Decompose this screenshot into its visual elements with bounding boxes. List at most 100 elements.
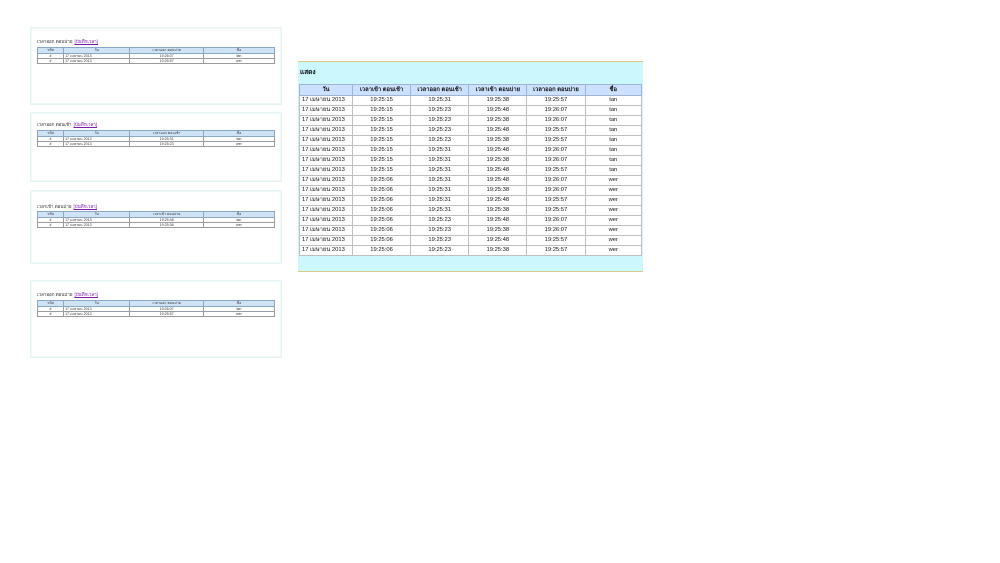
summary-header-row: วัน เวลาเข้า ตอนเช้า เวลาออก ตอนเช้า เวล… (299, 84, 642, 96)
cell-name: wer (202, 141, 276, 147)
summary-title: แสดง (300, 69, 316, 76)
cell-morning-out: 19:25:23 (410, 105, 470, 116)
col-header-morning-out: เวลาออก ตอนเช้า (410, 84, 470, 96)
cell-afternoon-in: 19:25:38 (468, 95, 528, 106)
cell-morning-in: 19:25:15 (351, 125, 412, 136)
cell-afternoon-out: 19:26:07 (526, 115, 586, 126)
panel-title: เวลาเข้า ตอนบ่าย [บันทึกเวลา] (37, 203, 97, 210)
cell-date: 17 เมษายน 2013 (299, 105, 353, 116)
cell-afternoon-out: 19:26:07 (526, 215, 586, 226)
cell-name: tan (584, 95, 642, 106)
cell-date: 17 เมษายน 2013 (63, 222, 131, 228)
panel-title: เวลาออก ตอนบ่าย [บันทึกเวลา] (37, 38, 98, 45)
cell-afternoon-out: 19:25:57 (526, 205, 586, 216)
panel-afternoon-out: เวลาออก ตอนบ่าย [บันทึกเวลา] รหัส วัน เวล… (30, 27, 282, 105)
cell-name: tan (584, 145, 642, 156)
table-row: # 17 เมษายน 2013 19:25:57 wer (36, 311, 276, 317)
cell-morning-out: 19:25:23 (410, 115, 470, 126)
cell-time: 19:25:23 (129, 141, 204, 147)
cell-afternoon-in: 19:25:48 (468, 195, 528, 206)
cell-afternoon-in: 19:25:38 (468, 205, 528, 216)
cell-name: tan (584, 115, 642, 126)
cell-name: wer (584, 195, 642, 206)
table-row: 17 เมษายน 2013 19:25:15 19:25:23 19:25:48 19… (299, 125, 642, 136)
cell-name: wer (584, 205, 642, 216)
cell-date: 17 เมษายน 2013 (299, 165, 353, 176)
cell-name: tan (584, 155, 642, 166)
row-id-link[interactable]: # (36, 311, 65, 317)
table-row: 17 เมษายน 2013 19:25:06 19:25:23 19:25:48 19… (299, 235, 642, 246)
cell-name: wer (584, 175, 642, 186)
table-row: 17 เมษายน 2013 19:25:15 19:25:31 19:25:38 19… (299, 155, 642, 166)
cell-afternoon-out: 19:26:07 (526, 175, 586, 186)
record-time-link[interactable]: [บันทึกเวลา] (73, 204, 96, 209)
cell-afternoon-out: 19:25:57 (526, 135, 586, 146)
table-row: 17 เมษายน 2013 19:25:15 19:25:31 19:25:48 19… (299, 145, 642, 156)
panel-title: เวลาออก ตอนบ่าย [บันทึกเวลา] (37, 291, 98, 298)
table-row: 17 เมษายน 2013 19:25:15 19:25:31 19:25:38 19… (299, 95, 642, 106)
cell-date: 17 เมษายน 2013 (299, 125, 353, 136)
cell-morning-out: 19:25:31 (410, 165, 470, 176)
cell-morning-in: 19:25:06 (351, 225, 412, 236)
row-id-link[interactable]: # (36, 58, 65, 64)
cell-afternoon-in: 19:25:48 (468, 235, 528, 246)
cell-name: wer (202, 222, 276, 228)
panel-afternoon-out-2: เวลาออก ตอนบ่าย [บันทึกเวลา] รหัส วัน เวล… (30, 280, 282, 358)
panel-title: เวลาออก ตอนเช้า [บันทึกเวลา] (37, 121, 97, 128)
record-time-link[interactable]: [บันทึกเวลา] (74, 292, 97, 297)
table-row: # 17 เมษายน 2013 19:25:57 wer (36, 58, 276, 64)
cell-morning-in: 19:25:06 (351, 205, 412, 216)
panel-table: รหัส วัน เวลาออก ตอนบ่าย ชื่อ # 17 เมษาย… (36, 47, 276, 64)
cell-morning-in: 19:25:06 (351, 175, 412, 186)
cell-name: wer (584, 215, 642, 226)
record-time-link[interactable]: [บันทึกเวลา] (74, 39, 97, 44)
panel-table: รหัส วัน เวลาออก ตอนเช้า ชื่อ # 17 เมษาย… (36, 130, 276, 147)
summary-panel: แสดง วัน เวลาเข้า ตอนเช้า เวลาออก ตอนเช้… (298, 61, 643, 272)
cell-afternoon-in: 19:25:38 (468, 135, 528, 146)
panel-title-text: เวลาเข้า ตอนบ่าย (37, 204, 72, 209)
table-row: # 17 เมษายน 2013 19:25:38 wer (36, 222, 276, 228)
table-row: 17 เมษายน 2013 19:25:06 19:25:31 19:25:48 19… (299, 175, 642, 186)
cell-afternoon-in: 19:25:48 (468, 105, 528, 116)
cell-time: 19:25:57 (129, 58, 204, 64)
panel-table: รหัส วัน เวลาออก ตอนบ่าย ชื่อ # 17 เมษาย… (36, 300, 276, 317)
row-id-link[interactable]: # (36, 222, 65, 228)
panel-table: รหัส วัน เวลาเข้า ตอนบ่าย ชื่อ # 17 เมษา… (36, 211, 276, 228)
cell-morning-out: 19:25:23 (410, 215, 470, 226)
cell-date: 17 เมษายน 2013 (299, 195, 353, 206)
row-id-link[interactable]: # (36, 141, 65, 147)
cell-date: 17 เมษายน 2013 (299, 115, 353, 126)
cell-afternoon-out: 19:26:07 (526, 105, 586, 116)
cell-afternoon-in: 19:25:38 (468, 245, 528, 256)
cell-morning-in: 19:25:15 (351, 115, 412, 126)
record-time-link[interactable]: [บันทึกเวลา] (74, 122, 97, 127)
panel-morning-out: เวลาออก ตอนเช้า [บันทึกเวลา] รหัส วัน เวล… (30, 112, 282, 182)
col-header-name: ชื่อ (584, 84, 642, 96)
cell-date: 17 เมษายน 2013 (299, 245, 353, 256)
panel-title-text: เวลาออก ตอนบ่าย (37, 292, 73, 297)
cell-date: 17 เมษายน 2013 (299, 155, 353, 166)
table-row: 17 เมษายน 2013 19:25:06 19:25:31 19:25:48 19… (299, 195, 642, 206)
cell-morning-out: 19:25:31 (410, 155, 470, 166)
cell-afternoon-out: 19:26:07 (526, 225, 586, 236)
cell-name: wer (584, 245, 642, 256)
cell-afternoon-in: 19:25:48 (468, 175, 528, 186)
summary-table: วัน เวลาเข้า ตอนเช้า เวลาออก ตอนเช้า เวล… (299, 84, 642, 256)
panel-title-text: เวลาออก ตอนเช้า (37, 122, 72, 127)
cell-morning-out: 19:25:31 (410, 185, 470, 196)
table-row: 17 เมษายน 2013 19:25:15 19:25:23 19:25:38 19… (299, 115, 642, 126)
cell-afternoon-out: 19:26:07 (526, 145, 586, 156)
panel-title-text: เวลาออก ตอนบ่าย (37, 39, 73, 44)
table-row: 17 เมษายน 2013 19:25:15 19:25:23 19:25:38 19… (299, 135, 642, 146)
col-header-date: วัน (299, 84, 353, 96)
cell-date: 17 เมษายน 2013 (299, 135, 353, 146)
cell-afternoon-in: 19:25:48 (468, 215, 528, 226)
table-row: 17 เมษายน 2013 19:25:06 19:25:31 19:25:38 19… (299, 185, 642, 196)
cell-morning-out: 19:25:23 (410, 225, 470, 236)
cell-name: wer (584, 235, 642, 246)
table-row: 17 เมษายน 2013 19:25:06 19:25:31 19:25:38 19… (299, 205, 642, 216)
cell-afternoon-out: 19:26:07 (526, 185, 586, 196)
cell-morning-in: 19:25:06 (351, 195, 412, 206)
cell-time: 19:25:38 (129, 222, 204, 228)
cell-morning-in: 19:25:15 (351, 145, 412, 156)
